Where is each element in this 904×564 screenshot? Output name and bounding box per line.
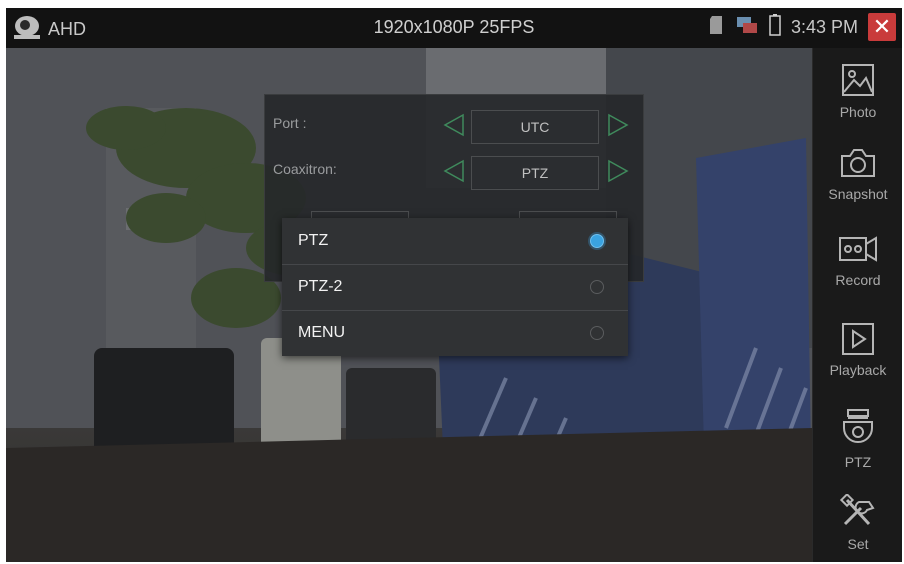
right-toolbar: Photo Snapshot Record Playback PTZ Set: [812, 48, 902, 562]
coaxitron-row: Coaxitron: PTZ: [265, 149, 643, 190]
coax-next-arrow-icon[interactable]: [607, 159, 629, 186]
sd-card-icon: [709, 15, 725, 40]
set-label: Set: [847, 536, 869, 552]
option-menu[interactable]: MENU: [282, 310, 628, 356]
radio-selected-icon[interactable]: [590, 234, 604, 248]
camera-icon: [813, 146, 902, 180]
video-record-icon: [813, 232, 902, 266]
play-icon: [813, 322, 902, 356]
snapshot-button[interactable]: Snapshot: [813, 146, 902, 234]
photo-icon: [813, 62, 902, 98]
coax-prev-arrow-icon[interactable]: [443, 159, 465, 186]
option-ptz[interactable]: PTZ: [282, 218, 628, 265]
tools-icon: [813, 494, 902, 530]
photo-label: Photo: [839, 104, 877, 120]
port-next-arrow-icon[interactable]: [607, 113, 629, 140]
record-label: Record: [835, 272, 881, 288]
battery-icon: [769, 13, 781, 41]
option-label: MENU: [298, 324, 346, 341]
ptz-button[interactable]: PTZ: [813, 408, 902, 496]
option-ptz-2[interactable]: PTZ-2: [282, 264, 628, 311]
tester-screen: AHD 1920x1080P 25FPS 3:43 PM ✕ Port: UT…: [6, 8, 902, 562]
port-row: Port : UTC: [265, 103, 643, 144]
photo-button[interactable]: Photo: [813, 62, 902, 150]
playback-button[interactable]: Playback: [813, 322, 902, 410]
coaxitron-label: Coaxitron:: [273, 161, 337, 177]
radio-unselected-icon[interactable]: [590, 280, 604, 294]
port-label: Port :: [273, 115, 307, 131]
status-right: 3:43 PM ✕: [709, 13, 896, 41]
ptz-camera-icon: [813, 408, 902, 448]
close-button[interactable]: ✕: [868, 13, 896, 41]
ptz-label: PTZ: [844, 454, 872, 470]
snapshot-label: Snapshot: [828, 186, 888, 202]
coaxitron-value[interactable]: PTZ: [471, 156, 599, 190]
port-value[interactable]: UTC: [471, 110, 599, 144]
radio-unselected-icon[interactable]: [590, 326, 604, 340]
record-button[interactable]: Record: [813, 232, 902, 320]
status-bar: AHD 1920x1080P 25FPS 3:43 PM ✕: [6, 8, 902, 48]
clock-time: 3:43 PM: [790, 16, 858, 37]
port-prev-arrow-icon[interactable]: [443, 113, 465, 140]
network-icon: [735, 15, 759, 40]
set-button[interactable]: Set: [813, 494, 902, 562]
option-label: PTZ-2: [298, 278, 343, 295]
playback-label: Playback: [829, 362, 887, 378]
coaxitron-dropdown: PTZ PTZ-2 MENU: [282, 218, 628, 356]
option-label: PTZ: [298, 232, 329, 249]
